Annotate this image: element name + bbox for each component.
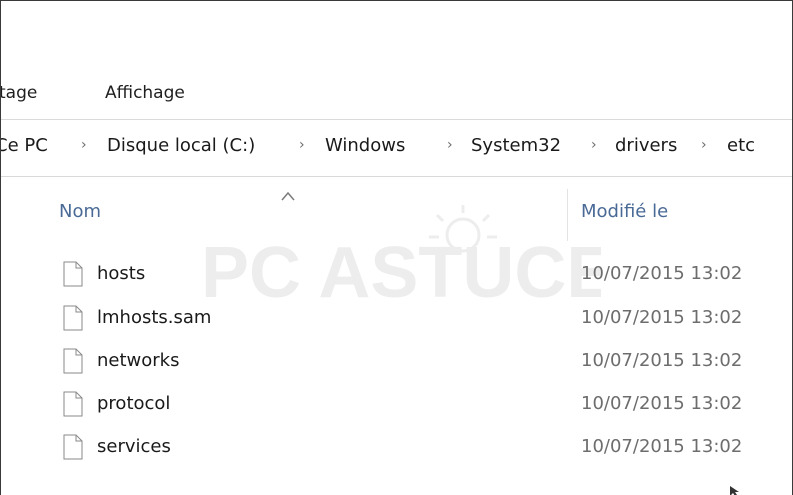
column-header-modified[interactable]: Modifié le (581, 201, 668, 222)
file-name[interactable]: lmhosts.sam (97, 307, 211, 328)
file-modified-date: 10/07/2015 13:02 (581, 350, 743, 371)
file-icon (63, 305, 83, 331)
sort-ascending-icon (281, 191, 295, 201)
address-bar[interactable]: Ce PC › Disque local (C:) › Windows › Sy… (1, 127, 792, 177)
column-header-name[interactable]: Nom (59, 201, 101, 222)
breadcrumb-etc[interactable]: etc (727, 135, 755, 156)
column-divider[interactable] (567, 189, 568, 241)
file-row[interactable]: lmhosts.sam 10/07/2015 13:02 (59, 303, 779, 343)
file-modified-date: 10/07/2015 13:02 (581, 307, 743, 328)
file-modified-date: 10/07/2015 13:02 (581, 263, 743, 284)
breadcrumb-separator-icon[interactable]: › (447, 137, 453, 153)
tab-affichage[interactable]: Affichage (105, 83, 185, 103)
file-modified-date: 10/07/2015 13:02 (581, 436, 743, 457)
file-row[interactable]: protocol 10/07/2015 13:02 (59, 389, 779, 429)
breadcrumb-system32[interactable]: System32 (471, 135, 561, 156)
file-row[interactable]: services 10/07/2015 13:02 (59, 432, 779, 472)
breadcrumb-drivers[interactable]: drivers (615, 135, 677, 156)
breadcrumb-separator-icon[interactable]: › (299, 137, 305, 153)
ribbon-divider (1, 119, 792, 120)
file-name[interactable]: protocol (97, 393, 170, 414)
file-name[interactable]: services (97, 436, 171, 457)
file-icon (63, 434, 83, 460)
file-name[interactable]: networks (97, 350, 179, 371)
file-name[interactable]: hosts (97, 263, 145, 284)
breadcrumb-separator-icon[interactable]: › (81, 137, 87, 153)
file-icon (63, 391, 83, 417)
explorer-window: tage Affichage Ce PC › Disque local (C:)… (0, 0, 793, 495)
breadcrumb-separator-icon[interactable]: › (701, 137, 707, 153)
file-modified-date: 10/07/2015 13:02 (581, 393, 743, 414)
mouse-cursor-icon (730, 486, 739, 495)
ribbon-tab-bar: tage Affichage (1, 77, 792, 117)
file-icon (63, 261, 83, 287)
file-row[interactable]: networks 10/07/2015 13:02 (59, 346, 779, 386)
file-row[interactable]: hosts 10/07/2015 13:02 (59, 259, 779, 299)
file-icon (63, 348, 83, 374)
breadcrumb-windows[interactable]: Windows (325, 135, 405, 156)
breadcrumb-disque-local[interactable]: Disque local (C:) (107, 135, 255, 156)
breadcrumb-separator-icon[interactable]: › (591, 137, 597, 153)
breadcrumb-ce-pc[interactable]: Ce PC (1, 135, 48, 156)
tab-partage[interactable]: tage (1, 83, 37, 103)
